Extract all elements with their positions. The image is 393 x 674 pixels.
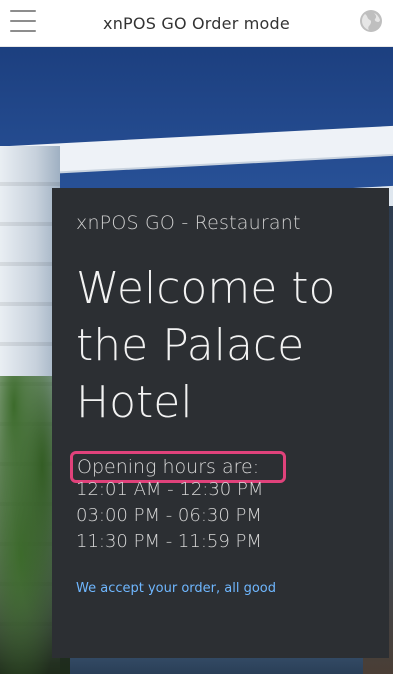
restaurant-name: xnPOS GO - Restaurant <box>76 212 301 234</box>
opening-hours-line: 03:00 PM - 06:30 PM <box>76 505 262 526</box>
welcome-card: xnPOS GO - Restaurant Welcome to the Pal… <box>52 188 389 658</box>
opening-hours-line: 12:01 AM - 12:30 PM <box>76 479 264 500</box>
app-screen: xnPOS GO Order mode xnPOS GO - Restauran… <box>0 0 393 674</box>
welcome-heading: Welcome to the Palace Hotel <box>76 263 336 428</box>
app-title: xnPOS GO Order mode <box>103 13 290 33</box>
opening-hours-line: 11:30 PM - 11:59 PM <box>76 531 262 552</box>
order-status-text: We accept your order, all good <box>76 581 276 596</box>
hamburger-menu-icon[interactable] <box>10 10 36 32</box>
opening-hours: Opening hours are: 12:01 AM - 12:30 PM 0… <box>70 451 389 555</box>
opening-hours-title: Opening hours are: <box>77 456 260 478</box>
globe-icon[interactable] <box>359 9 383 33</box>
top-bar: xnPOS GO Order mode <box>0 0 393 47</box>
